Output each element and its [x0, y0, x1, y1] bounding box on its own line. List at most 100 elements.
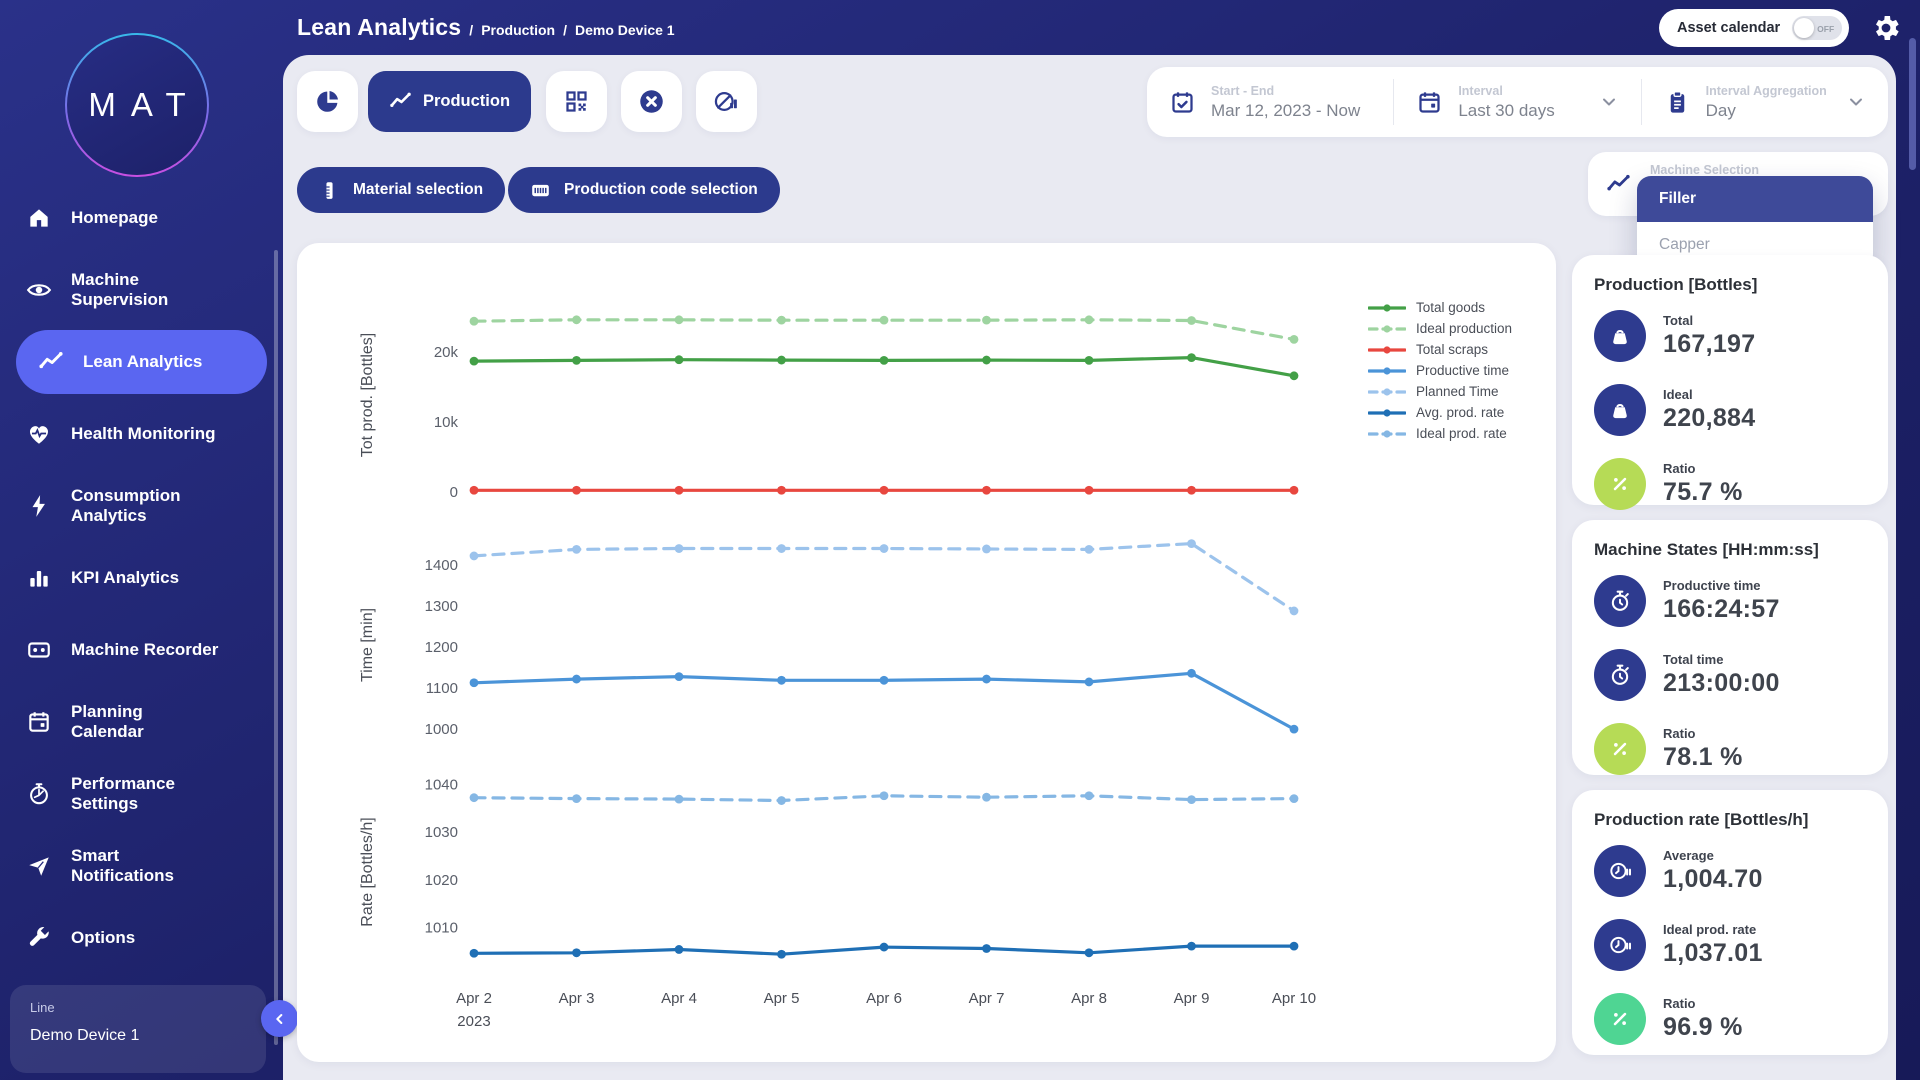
control-interval[interactable]: IntervalLast 30 days — [1394, 84, 1640, 121]
control-start-end[interactable]: Start - EndMar 12, 2023 - Now — [1147, 84, 1393, 121]
clipboard-icon — [1664, 89, 1691, 116]
data-point — [1085, 678, 1094, 687]
stat-row-total: Total167,197 — [1572, 299, 1888, 373]
data-point — [777, 676, 786, 685]
data-point — [1290, 794, 1299, 803]
sidebar-item-smart-notifications[interactable]: Smart Notifications — [0, 830, 283, 902]
legend-item-planned-time[interactable]: Planned Time — [1368, 381, 1512, 402]
breadcrumb-section[interactable]: Production — [481, 22, 555, 38]
legend-item-total-scraps[interactable]: Total scraps — [1368, 339, 1512, 360]
trend-icon — [1606, 172, 1631, 197]
gear-icon[interactable] — [1870, 12, 1902, 44]
sidebar-item-homepage[interactable]: Homepage — [0, 182, 283, 254]
x-circle-icon — [638, 88, 665, 115]
breadcrumb-device[interactable]: Demo Device 1 — [575, 22, 675, 38]
stat-value: 75.7 % — [1663, 478, 1743, 507]
sidebar-item-machine-recorder[interactable]: Machine Recorder — [0, 614, 283, 686]
legend-item-ideal-production[interactable]: Ideal production — [1368, 318, 1512, 339]
y-tick-label: 1000 — [425, 721, 458, 738]
data-point — [982, 675, 991, 684]
sidebar-item-label: KPI Analytics — [71, 568, 179, 588]
dropdown-option-filler[interactable]: Filler — [1637, 176, 1873, 222]
x-tick-label: Apr 3 — [559, 988, 595, 1011]
time-controls-card: Start - EndMar 12, 2023 - NowIntervalLas… — [1147, 67, 1888, 137]
asset-calendar-toggle[interactable]: Asset calendar OFF — [1659, 9, 1849, 47]
material-icon — [319, 180, 340, 201]
y-tick-label: 1200 — [425, 639, 458, 656]
data-point — [1085, 545, 1094, 554]
y-tick-label: 0 — [450, 484, 458, 501]
stat-row-ideal-prod-rate: Ideal prod. rate1,037.01 — [1572, 908, 1888, 982]
data-point — [572, 356, 581, 365]
control-interval-aggregation[interactable]: Interval Aggregation Day — [1642, 84, 1888, 121]
sidebar-collapse-button[interactable] — [261, 1000, 298, 1037]
data-point — [982, 316, 991, 325]
stats-card-title: Machine States [HH:mm:ss] — [1572, 520, 1888, 564]
pie-view-button[interactable] — [297, 71, 358, 132]
toggle-switch[interactable]: OFF — [1792, 16, 1842, 40]
sidebar-item-lean-analytics[interactable]: Lean Analytics — [16, 330, 267, 394]
material-selection-button[interactable]: Material selection — [297, 167, 505, 213]
data-point — [777, 316, 786, 325]
stat-value: 96.9 % — [1663, 1013, 1743, 1042]
production-code-selection-button[interactable]: Production code selection — [508, 167, 780, 213]
app-logo: MAT — [65, 33, 209, 177]
sidebar-scrollbar[interactable] — [274, 250, 278, 1045]
chevron-down-icon — [1846, 92, 1866, 112]
sidebar-item-planning-calendar[interactable]: Planning Calendar — [0, 686, 283, 758]
stat-label: Ratio — [1663, 726, 1743, 741]
legend-item-total-goods[interactable]: Total goods — [1368, 297, 1512, 318]
close-circle-button[interactable] — [621, 71, 682, 132]
legend-item-avg-prod-rate[interactable]: Avg. prod. rate — [1368, 402, 1512, 423]
production-view-button[interactable]: Production — [368, 71, 531, 132]
data-point — [982, 793, 991, 802]
sidebar-item-label: Homepage — [71, 208, 158, 228]
control-label: Interval Aggregation — [1706, 84, 1827, 98]
x-tick-label: Apr 8 — [1071, 988, 1107, 1011]
line-selector-card[interactable]: Line Demo Device 1 — [10, 985, 266, 1073]
y-tick-label: 20k — [434, 344, 459, 361]
cassette-icon — [26, 637, 52, 663]
legend-item-ideal-prod-rate[interactable]: Ideal prod. rate — [1368, 423, 1512, 444]
legend-marker — [1368, 366, 1406, 376]
legend-label: Productive time — [1416, 363, 1509, 378]
stat-row-average: Average1,004.70 — [1572, 834, 1888, 908]
stat-value: 1,004.70 — [1663, 865, 1763, 894]
stopwatch-icon — [1607, 662, 1633, 688]
data-point — [880, 791, 889, 800]
sidebar-item-options[interactable]: Options — [0, 902, 283, 974]
data-point — [675, 315, 684, 324]
bolt-icon — [26, 493, 52, 519]
legend-marker — [1368, 387, 1406, 397]
stats-card-2: Production rate [Bottles/h]Average1,004.… — [1572, 790, 1888, 1055]
sidebar-item-machine-supervision[interactable]: Machine Supervision — [0, 254, 283, 326]
sidebar-item-performance-settings[interactable]: Performance Settings — [0, 758, 283, 830]
qr-view-button[interactable] — [546, 71, 607, 132]
material-selection-label: Material selection — [353, 181, 483, 199]
data-point — [675, 945, 684, 954]
eye-icon — [26, 277, 52, 303]
toggle-state-label: OFF — [1817, 24, 1834, 34]
production-code-selection-label: Production code selection — [564, 181, 758, 199]
control-value: Day — [1706, 101, 1827, 121]
stat-value: 167,197 — [1663, 330, 1755, 359]
data-point — [470, 949, 479, 958]
stat-row-ratio: Ratio75.7 % — [1572, 447, 1888, 521]
data-point — [1187, 353, 1196, 362]
stat-label: Ideal — [1663, 387, 1755, 402]
data-point — [572, 794, 581, 803]
legend-marker — [1368, 345, 1406, 355]
y-tick-label: 1030 — [425, 824, 458, 841]
sidebar-item-health-monitoring[interactable]: Health Monitoring — [0, 398, 283, 470]
data-point — [470, 678, 479, 687]
x-tick-label: Apr 7 — [969, 988, 1005, 1011]
page-scrollbar[interactable] — [1909, 38, 1916, 170]
sidebar-item-kpi-analytics[interactable]: KPI Analytics — [0, 542, 283, 614]
series-line-planned-time — [474, 544, 1294, 611]
legend-item-productive-time[interactable]: Productive time — [1368, 360, 1512, 381]
chart-disabled-button[interactable] — [696, 71, 757, 132]
legend-label: Total goods — [1416, 300, 1485, 315]
sidebar-item-consumption-analytics[interactable]: Consumption Analytics — [0, 470, 283, 542]
heart-icon — [26, 421, 52, 447]
data-point — [572, 486, 581, 495]
